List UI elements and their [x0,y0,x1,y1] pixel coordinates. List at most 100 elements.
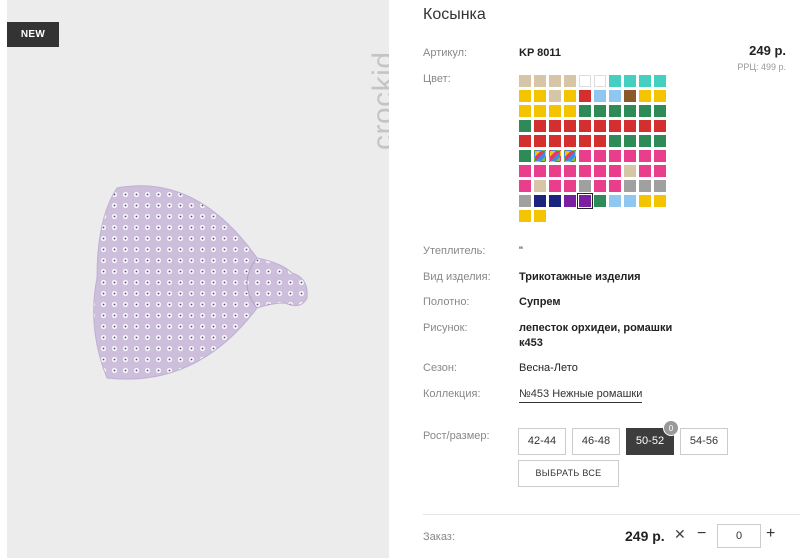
color-swatch[interactable] [519,135,531,147]
remove-icon[interactable]: ✕ [674,526,686,543]
color-swatch[interactable] [639,150,651,162]
color-swatch[interactable] [654,105,666,117]
color-swatch[interactable] [564,150,576,162]
color-swatch[interactable] [549,150,561,162]
color-swatch[interactable] [534,105,546,117]
color-swatch[interactable] [594,120,606,132]
color-swatch[interactable] [624,105,636,117]
color-swatch[interactable] [534,90,546,102]
color-swatch[interactable] [519,75,531,87]
color-swatch[interactable] [579,180,591,192]
size-button-42-44[interactable]: 42-44 [518,428,566,455]
color-swatch[interactable] [654,75,666,87]
color-swatch[interactable] [654,195,666,207]
size-button-50-52[interactable]: 50-52 0 [626,420,679,455]
color-swatch[interactable] [549,90,561,102]
color-swatch[interactable] [534,150,546,162]
color-swatch[interactable] [579,165,591,177]
color-swatch[interactable] [579,90,591,102]
collection-link[interactable]: №453 Нежные ромашки [519,388,643,403]
color-swatch[interactable] [594,165,606,177]
color-swatch[interactable] [624,120,636,132]
color-swatch[interactable] [519,195,531,207]
color-swatch[interactable] [654,135,666,147]
color-swatch[interactable] [534,120,546,132]
color-swatch[interactable] [609,195,621,207]
size-button-54-56[interactable]: 54-56 [680,428,728,455]
color-swatch[interactable] [624,75,636,87]
color-swatch[interactable] [609,180,621,192]
color-swatch[interactable] [579,120,591,132]
color-swatch[interactable] [639,135,651,147]
color-swatch[interactable] [624,135,636,147]
color-swatch[interactable] [609,150,621,162]
color-swatch[interactable] [624,180,636,192]
color-swatch[interactable] [594,195,606,207]
color-swatch[interactable] [519,150,531,162]
color-swatch[interactable] [564,135,576,147]
color-swatch[interactable] [594,75,606,87]
color-swatch[interactable] [609,75,621,87]
color-swatch[interactable] [594,90,606,102]
color-swatch[interactable] [609,135,621,147]
color-swatch[interactable] [564,165,576,177]
color-swatch[interactable] [549,135,561,147]
color-swatch[interactable] [534,75,546,87]
color-swatch[interactable] [624,150,636,162]
color-swatch[interactable] [564,75,576,87]
size-button-46-48[interactable]: 46-48 [572,428,620,455]
color-swatch[interactable] [624,165,636,177]
color-swatch[interactable] [639,120,651,132]
color-swatch[interactable] [579,135,591,147]
select-all-button[interactable]: ВЫБРАТЬ ВСЕ [518,460,619,487]
color-swatch[interactable] [639,90,651,102]
color-swatch[interactable] [579,75,591,87]
quantity-input[interactable]: 0 [717,524,761,548]
color-swatch[interactable] [577,193,593,209]
color-swatch[interactable] [549,120,561,132]
product-photo[interactable]: NEW crockid [7,0,389,558]
color-swatch[interactable] [534,135,546,147]
color-swatch[interactable] [654,165,666,177]
color-swatch[interactable] [579,105,591,117]
color-swatch[interactable] [534,180,546,192]
color-swatch[interactable] [624,90,636,102]
color-swatch[interactable] [609,90,621,102]
color-swatch[interactable] [609,105,621,117]
color-swatch[interactable] [579,150,591,162]
color-swatch[interactable] [654,150,666,162]
color-swatch[interactable] [654,180,666,192]
color-swatch[interactable] [564,120,576,132]
color-swatch[interactable] [639,105,651,117]
color-swatch[interactable] [534,210,546,222]
color-swatch[interactable] [639,180,651,192]
color-swatch[interactable] [639,195,651,207]
color-swatch[interactable] [534,165,546,177]
color-swatch[interactable] [564,90,576,102]
color-swatch[interactable] [594,180,606,192]
color-swatch[interactable] [594,150,606,162]
color-swatch[interactable] [609,165,621,177]
color-swatch[interactable] [519,105,531,117]
color-swatch[interactable] [654,90,666,102]
color-swatch[interactable] [564,180,576,192]
color-swatch[interactable] [609,120,621,132]
color-swatch[interactable] [519,120,531,132]
color-swatch[interactable] [564,105,576,117]
increment-button[interactable]: + [766,525,775,543]
color-swatch[interactable] [549,105,561,117]
color-swatch[interactable] [519,165,531,177]
color-swatch[interactable] [594,105,606,117]
color-swatch[interactable] [519,210,531,222]
color-swatch[interactable] [519,180,531,192]
color-swatch[interactable] [594,135,606,147]
color-swatch[interactable] [549,165,561,177]
color-swatch[interactable] [549,195,561,207]
color-swatch[interactable] [639,165,651,177]
color-swatch[interactable] [549,75,561,87]
color-swatch[interactable] [564,195,576,207]
color-swatch[interactable] [654,120,666,132]
color-swatch[interactable] [639,75,651,87]
color-swatch[interactable] [549,180,561,192]
color-swatch[interactable] [624,195,636,207]
